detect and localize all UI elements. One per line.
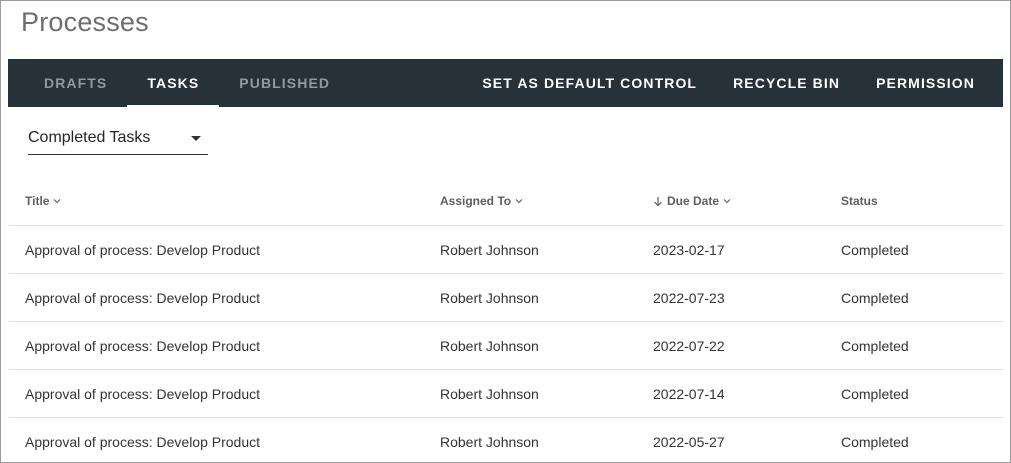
table-row[interactable]: Approval of process: Develop Product Rob… [9, 322, 1003, 370]
status-cell: Completed [841, 385, 909, 402]
status-cell: Completed [841, 241, 909, 258]
arrow-down-icon [654, 196, 662, 206]
column-header-due-date[interactable]: Due Date [653, 194, 841, 208]
chevron-down-icon [723, 199, 731, 204]
table-row[interactable]: Approval of process: Develop Product Rob… [9, 226, 1003, 274]
task-title-cell: Approval of process: Develop Product [25, 289, 261, 306]
due-date-cell: 2022-05-27 [653, 433, 725, 450]
table-row[interactable]: Approval of process: Develop Product Rob… [9, 274, 1003, 322]
chevron-down-icon [54, 199, 61, 204]
table-header-row: Title Assigned To Due Date Status [9, 177, 1003, 226]
task-title-cell: Approval of process: Develop Product [25, 433, 261, 450]
assigned-to-cell: Robert Johnson [440, 241, 539, 258]
assigned-to-cell: Robert Johnson [440, 433, 539, 450]
assigned-to-cell: Robert Johnson [440, 289, 539, 306]
column-header-title-label: Title [25, 194, 50, 208]
due-date-cell: 2022-07-23 [653, 289, 725, 306]
column-header-status-label: Status [841, 194, 878, 208]
due-date-cell: 2022-07-22 [653, 337, 725, 354]
column-header-assigned-to-label: Assigned To [440, 194, 512, 208]
permission-button[interactable]: PERMISSION [858, 59, 993, 107]
set-as-default-control-button[interactable]: SET AS DEFAULT CONTROL [464, 59, 715, 107]
column-header-due-date-label: Due Date [667, 194, 720, 208]
assigned-to-cell: Robert Johnson [440, 337, 539, 354]
column-header-assigned-to[interactable]: Assigned To [440, 194, 653, 208]
chevron-down-icon [515, 199, 523, 204]
due-date-cell: 2023-02-17 [653, 241, 725, 258]
tasks-table: Title Assigned To Due Date Status Approv… [9, 177, 1003, 462]
task-filter-value: Completed Tasks [28, 128, 151, 146]
page-title: Processes [21, 7, 149, 37]
status-cell: Completed [841, 289, 909, 306]
column-header-title[interactable]: Title [9, 194, 440, 208]
tab-tasks[interactable]: TASKS [127, 59, 220, 107]
caret-down-icon [191, 136, 201, 141]
navbar-actions: SET AS DEFAULT CONTROL RECYCLE BIN PERMI… [464, 59, 1003, 107]
assigned-to-cell: Robert Johnson [440, 385, 539, 402]
status-cell: Completed [841, 337, 909, 354]
column-header-status: Status [841, 194, 991, 208]
task-title-cell: Approval of process: Develop Product [25, 337, 261, 354]
tab-published[interactable]: PUBLISHED [219, 59, 350, 107]
tab-drafts[interactable]: DRAFTS [24, 59, 127, 107]
top-navbar: DRAFTS TASKS PUBLISHED SET AS DEFAULT CO… [8, 59, 1003, 107]
tab-bar: DRAFTS TASKS PUBLISHED [8, 59, 350, 107]
table-row[interactable]: Approval of process: Develop Product Rob… [9, 418, 1003, 462]
processes-window: Processes DRAFTS TASKS PUBLISHED SET AS … [0, 0, 1011, 463]
recycle-bin-button[interactable]: RECYCLE BIN [715, 59, 858, 107]
table-row[interactable]: Approval of process: Develop Product Rob… [9, 370, 1003, 418]
task-title-cell: Approval of process: Develop Product [25, 241, 261, 258]
task-title-cell: Approval of process: Develop Product [25, 385, 261, 402]
due-date-cell: 2022-07-14 [653, 385, 725, 402]
status-cell: Completed [841, 433, 909, 450]
task-filter-select[interactable]: Completed Tasks [28, 125, 208, 155]
